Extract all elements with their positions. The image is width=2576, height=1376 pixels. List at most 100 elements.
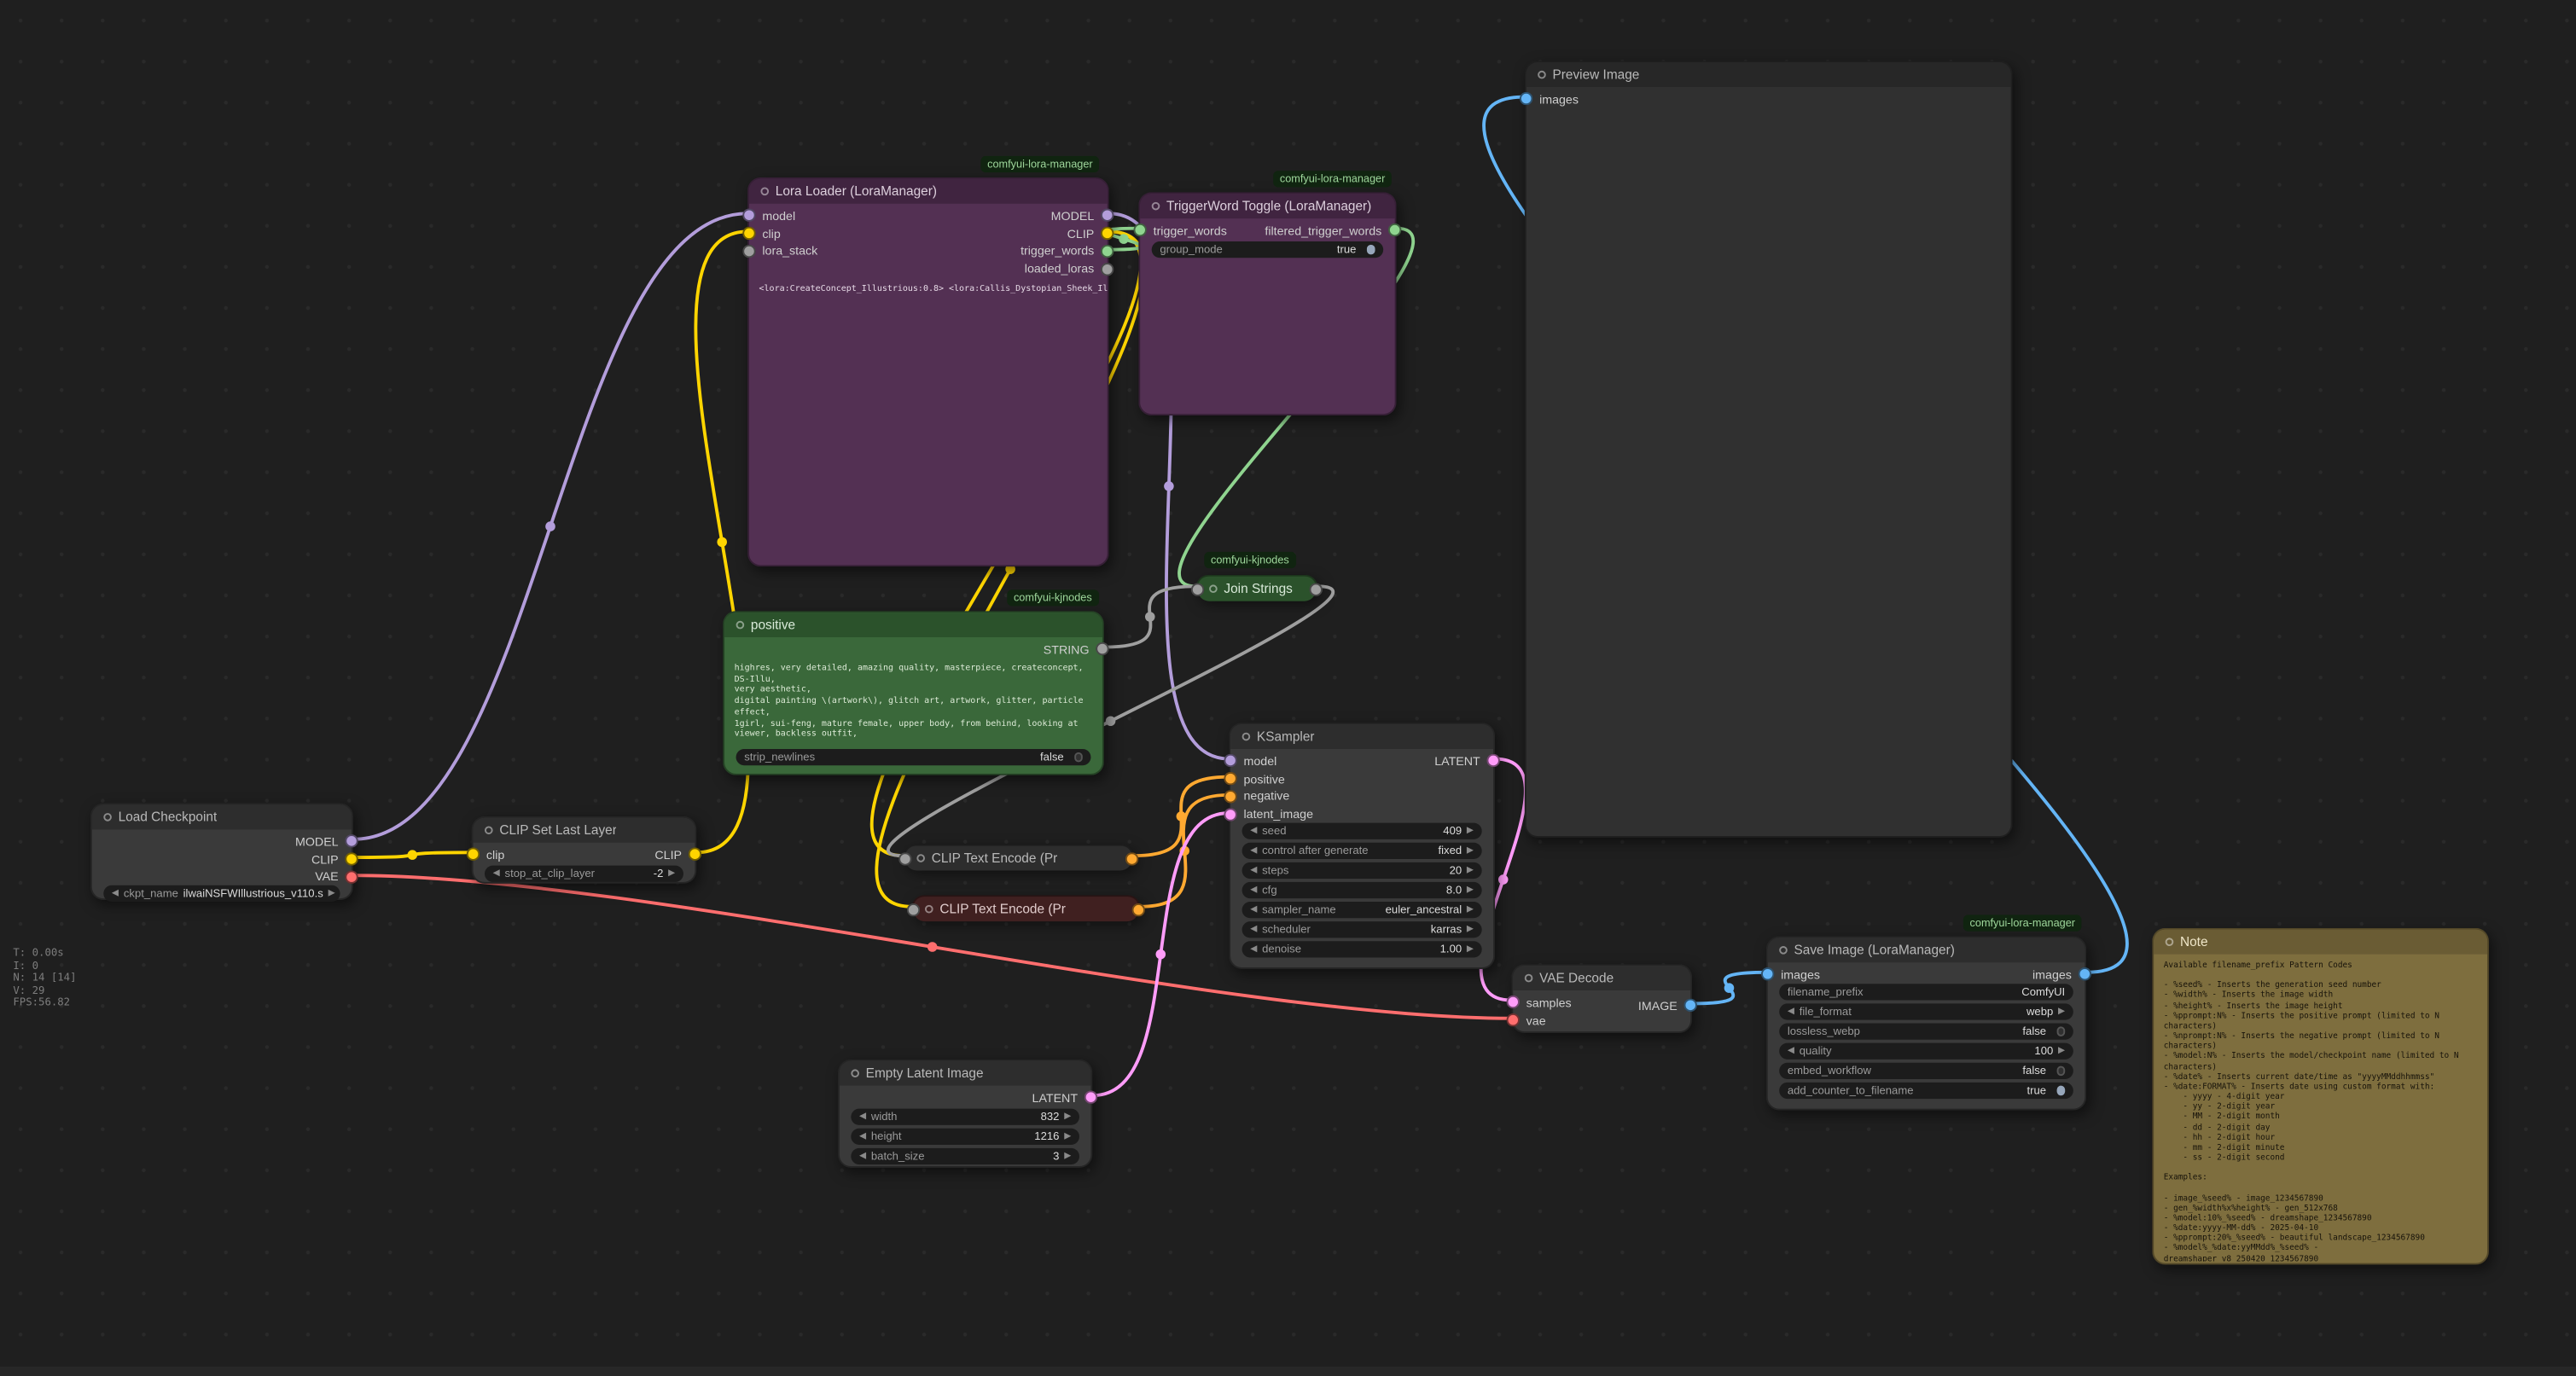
combo-right-arrow-icon[interactable]: ▶ (1467, 846, 1474, 856)
stepper-left-arrow-icon[interactable]: ◀ (859, 1112, 866, 1122)
input-vae[interactable]: vae (1507, 1012, 1572, 1030)
lora-stack-port-dot[interactable] (742, 245, 755, 258)
clip-port-dot[interactable] (1101, 227, 1114, 240)
collapse-dot-icon[interactable] (103, 813, 112, 822)
collapse-dot-icon[interactable] (760, 187, 769, 195)
stop-at-clip-layer-widget[interactable]: ◀ stop_at_clip_layer -2 ▶ (485, 866, 683, 882)
combo-left-arrow-icon[interactable]: ◀ (493, 869, 500, 880)
stepper-right-arrow-icon[interactable]: ▶ (1467, 944, 1474, 955)
stepper-left-arrow-icon[interactable]: ◀ (1250, 866, 1257, 876)
image-port-dot[interactable] (1684, 999, 1697, 1012)
filename-prefix-field[interactable]: filename_prefix ComfyUI (1779, 984, 2073, 1000)
input-negative[interactable]: negative (1224, 787, 1313, 805)
stepper-left-arrow-icon[interactable]: ◀ (1788, 1046, 1794, 1056)
combo-right-arrow-icon[interactable]: ▶ (668, 869, 675, 880)
seed-widget[interactable]: ◀ seed 409 ▶ (1242, 823, 1482, 839)
string-port-dot[interactable] (1096, 643, 1108, 656)
strip-newlines-toggle[interactable]: strip_newlines false (736, 749, 1091, 765)
node-header[interactable]: Save Image (LoraManager) (1768, 938, 2085, 962)
node-header[interactable]: CLIP Text Encode (Pr (905, 846, 1132, 871)
clip-port-dot[interactable] (467, 848, 480, 861)
combo-left-arrow-icon[interactable]: ◀ (1788, 1007, 1794, 1017)
combo-left-arrow-icon[interactable]: ◀ (1250, 925, 1257, 935)
node-header[interactable]: Lora Loader (LoraManager) (749, 179, 1108, 204)
ckpt-name-combo[interactable]: ◀ ckpt_name ilwaiNSFWIllustrious_v110.s … (103, 885, 340, 902)
output-trigger-words[interactable]: trigger_words (1021, 242, 1114, 260)
output-model[interactable]: MODEL (295, 833, 358, 851)
stepper-right-arrow-icon[interactable]: ▶ (1064, 1112, 1071, 1122)
collapse-dot-icon[interactable] (1525, 974, 1533, 983)
collapse-dot-icon[interactable] (1242, 733, 1251, 741)
collapsed-output-dot[interactable] (1125, 851, 1138, 864)
height-widget[interactable]: ◀ height 1216 ▶ (851, 1129, 1079, 1145)
node-save-image[interactable]: Save Image (LoraManager) images images f… (1766, 936, 2086, 1110)
loaded-loras-port-dot[interactable] (1101, 263, 1114, 276)
image-port-dot[interactable] (2079, 968, 2091, 981)
embed-workflow-toggle[interactable]: embed_workflow false (1779, 1063, 2073, 1079)
workflow-canvas[interactable]: T: 0.00s I: 0 N: 14 [14] V: 29 FPS:56.82… (0, 0, 2576, 1376)
add-counter-to-filename-toggle[interactable]: add_counter_to_filename true (1779, 1083, 2073, 1099)
node-ksampler[interactable]: KSampler model positive negative latent_… (1229, 723, 1495, 969)
input-model[interactable]: model (742, 207, 817, 225)
input-latent-image[interactable]: latent_image (1224, 805, 1313, 823)
lossless-webp-toggle[interactable]: lossless_webp false (1779, 1024, 2073, 1040)
output-latent[interactable]: LATENT (1434, 752, 1500, 770)
scheduler-widget[interactable]: ◀ scheduler karras ▶ (1242, 921, 1482, 938)
combo-left-arrow-icon[interactable]: ◀ (1250, 846, 1257, 856)
output-model[interactable]: MODEL (1051, 207, 1114, 225)
input-clip[interactable]: clip (742, 224, 817, 242)
output-image[interactable]: IMAGE (1638, 997, 1697, 1015)
input-model[interactable]: model (1224, 752, 1313, 770)
node-header[interactable]: VAE Decode (1513, 966, 1690, 990)
node-positive-prompt[interactable]: positive STRING highres, very detailed, … (723, 611, 1104, 775)
batch-size-widget[interactable]: ◀ batch_size 3 ▶ (851, 1148, 1079, 1164)
stepper-left-arrow-icon[interactable]: ◀ (1250, 944, 1257, 955)
steps-widget[interactable]: ◀ steps 20 ▶ (1242, 862, 1482, 879)
stepper-right-arrow-icon[interactable]: ▶ (1467, 866, 1474, 876)
node-header[interactable]: Empty Latent Image (840, 1061, 1091, 1086)
combo-right-arrow-icon[interactable]: ▶ (1467, 905, 1474, 915)
output-latent[interactable]: LATENT (1032, 1089, 1098, 1107)
vae-port-dot[interactable] (345, 870, 358, 883)
image-port-dot[interactable] (1761, 968, 1774, 981)
trigger-words-port-dot[interactable] (1101, 245, 1114, 258)
toggle-off-dot-icon[interactable] (1073, 752, 1083, 762)
model-port-dot[interactable] (345, 835, 358, 848)
collapsed-output-dot[interactable] (1132, 903, 1145, 915)
collapsed-output-dot[interactable] (1310, 583, 1323, 595)
combo-right-arrow-icon[interactable]: ▶ (329, 889, 335, 899)
note-body-text[interactable]: Available filename_prefix Pattern Codes … (2154, 955, 2487, 1262)
node-join-strings[interactable]: Join Strings (1196, 575, 1317, 600)
node-header[interactable]: Note (2154, 930, 2487, 955)
node-load-checkpoint[interactable]: Load Checkpoint MODEL CLIP VAE ◀ ckpt_na… (90, 804, 353, 901)
trigger-words-port-dot[interactable] (1134, 224, 1147, 237)
toggle-off-dot-icon[interactable] (2056, 1066, 2066, 1076)
node-preview-image[interactable]: Preview Image images (1525, 61, 2013, 838)
node-vae-decode[interactable]: VAE Decode samples vae IMAGE (1511, 964, 1692, 1033)
control-after-generate-widget[interactable]: ◀ control after generate fixed ▶ (1242, 843, 1482, 859)
stepper-right-arrow-icon[interactable]: ▶ (1467, 885, 1474, 896)
stepper-left-arrow-icon[interactable]: ◀ (1250, 826, 1257, 836)
group-mode-toggle[interactable]: group_mode true (1152, 241, 1383, 258)
stepper-left-arrow-icon[interactable]: ◀ (859, 1132, 866, 1142)
output-clip[interactable]: CLIP (311, 851, 358, 868)
clip-port-dot[interactable] (345, 853, 358, 866)
combo-left-arrow-icon[interactable]: ◀ (1250, 905, 1257, 915)
collapse-dot-icon[interactable] (1779, 946, 1788, 955)
stepper-left-arrow-icon[interactable]: ◀ (859, 1152, 866, 1162)
combo-right-arrow-icon[interactable]: ▶ (1467, 925, 1474, 935)
node-clip-set-last-layer[interactable]: CLIP Set Last Layer clip CLIP ◀ stop_at_… (472, 816, 697, 884)
output-clip[interactable]: CLIP (1067, 224, 1114, 242)
node-empty-latent-image[interactable]: Empty Latent Image LATENT ◀ width 832 ▶ … (838, 1060, 1092, 1168)
filtered-trigger-words-port-dot[interactable] (1388, 224, 1401, 237)
model-port-dot[interactable] (1101, 209, 1114, 222)
input-clip[interactable]: clip (467, 846, 504, 864)
input-trigger-words[interactable]: trigger_words (1134, 222, 1227, 240)
collapse-dot-icon[interactable] (1152, 202, 1160, 211)
input-images[interactable]: images (1520, 90, 1579, 108)
collapsed-input-dot[interactable] (898, 851, 911, 864)
input-lora-stack[interactable]: lora_stack (742, 242, 817, 260)
prompt-textarea[interactable]: highres, very detailed, amazing quality,… (724, 660, 1102, 747)
latent-port-dot[interactable] (1224, 808, 1236, 821)
collapse-dot-icon[interactable] (916, 854, 925, 862)
